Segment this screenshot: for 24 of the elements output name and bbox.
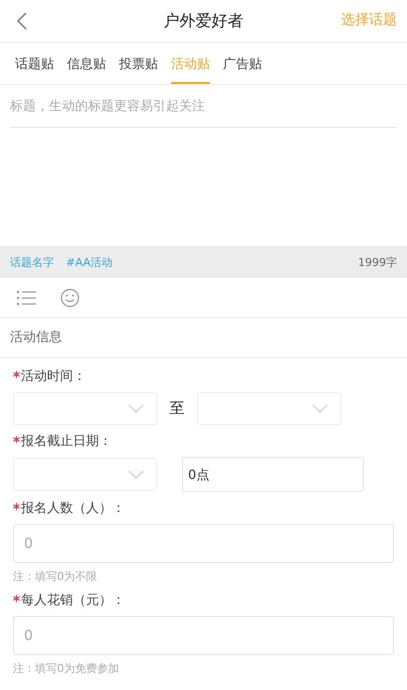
emoji-icon[interactable] (60, 288, 80, 308)
start-date-dropdown[interactable] (13, 392, 157, 425)
list-icon[interactable] (16, 290, 36, 306)
field-label: 活动时间： (21, 368, 86, 386)
post-type-tab[interactable]: 投票贴 (119, 43, 158, 84)
number-input-field[interactable]: 0 (13, 524, 394, 563)
character-count: 1999字 (358, 254, 397, 270)
page-title: 户外爱好者 (164, 10, 244, 32)
chevron-icon (312, 404, 328, 413)
range-separator: 至 (168, 399, 186, 418)
field-label: 每人花销（元）： (21, 592, 125, 610)
field-note: 注：填写0为免费参加 (13, 661, 120, 676)
field-label: 报名人数（人）： (21, 500, 125, 518)
number-input-field[interactable]: 0 (13, 616, 394, 655)
field-note: 注：填写0为不限 (13, 569, 98, 584)
field-label: 报名截止日期： (21, 433, 112, 451)
post-type-tab[interactable]: 话题贴 (15, 43, 54, 84)
section-title: 活动信息 (0, 318, 407, 358)
chevron-icon (128, 404, 144, 413)
post-type-tab[interactable]: 信息贴 (67, 43, 106, 84)
hour-input-field[interactable]: 0点 (182, 457, 364, 492)
chevron-icon (128, 470, 144, 479)
post-type-tab[interactable]: 广告贴 (223, 43, 262, 84)
back-icon[interactable] (16, 11, 28, 31)
